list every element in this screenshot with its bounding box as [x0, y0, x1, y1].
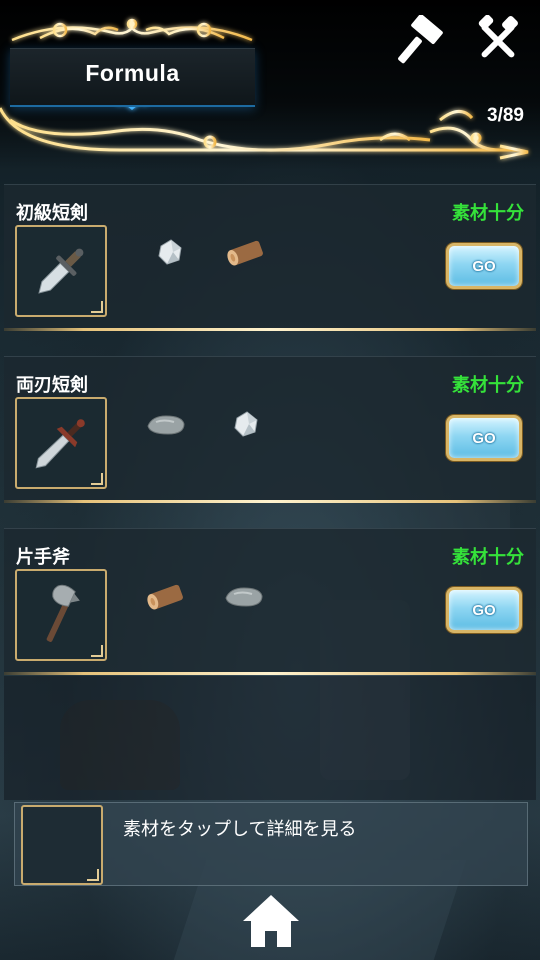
recipe-status: 素材十分 — [452, 203, 524, 224]
hammer-icon[interactable] — [395, 12, 451, 68]
detail-hint-text: 素材をタップして詳細を見る — [123, 819, 357, 840]
recipe-status: 素材十分 — [452, 375, 524, 396]
recipe-status: 素材十分 — [452, 547, 524, 568]
wood-log-icon — [147, 584, 183, 610]
fork-knife-icon[interactable] — [470, 12, 526, 68]
item-slot[interactable] — [15, 397, 107, 489]
hand-axe-icon — [46, 584, 80, 642]
crafting-screen: Formula 3/89 初級短剣 素材十分 GO 両刃短剣 素材十分 GO 片… — [0, 0, 540, 960]
double-edged-dagger-icon — [35, 419, 85, 469]
item-slot[interactable] — [15, 569, 107, 661]
header: Formula 3/89 — [0, 0, 540, 180]
recipe-counter: 3/89 — [487, 105, 524, 126]
material-slot[interactable] — [224, 405, 268, 445]
material-slot[interactable] — [144, 577, 188, 617]
go-button[interactable]: GO — [446, 243, 522, 289]
material-slot[interactable] — [222, 577, 266, 617]
empty-list-area — [4, 676, 536, 800]
material-slot[interactable] — [148, 233, 192, 273]
recipe-row[interactable]: 初級短剣 素材十分 GO — [4, 184, 536, 331]
recipe-row[interactable]: 片手斧 素材十分 GO — [4, 528, 536, 675]
row-divider — [4, 672, 536, 675]
stone-icon — [225, 587, 263, 607]
go-button[interactable]: GO — [446, 415, 522, 461]
row-divider — [4, 328, 536, 331]
go-button[interactable]: GO — [446, 587, 522, 633]
material-slot[interactable] — [144, 405, 188, 445]
material-slot[interactable] — [224, 233, 268, 273]
detail-item-slot — [21, 805, 103, 885]
home-icon — [243, 895, 299, 947]
stone-icon — [147, 415, 185, 435]
crystal-ore-icon — [158, 239, 182, 265]
dagger-icon — [38, 248, 84, 294]
page-title: Formula — [85, 60, 180, 86]
recipe-name: 初級短剣 — [16, 203, 88, 224]
crystal-ore-icon — [234, 411, 258, 437]
item-slot[interactable] — [15, 225, 107, 317]
home-button[interactable] — [238, 890, 304, 952]
recipe-name: 片手斧 — [16, 547, 70, 568]
material-detail-bar: 素材をタップして詳細を見る — [14, 802, 528, 886]
row-divider — [4, 500, 536, 503]
wood-log-icon — [227, 240, 263, 266]
recipe-row[interactable]: 両刃短剣 素材十分 GO — [4, 356, 536, 503]
recipe-name: 両刃短剣 — [16, 375, 88, 396]
